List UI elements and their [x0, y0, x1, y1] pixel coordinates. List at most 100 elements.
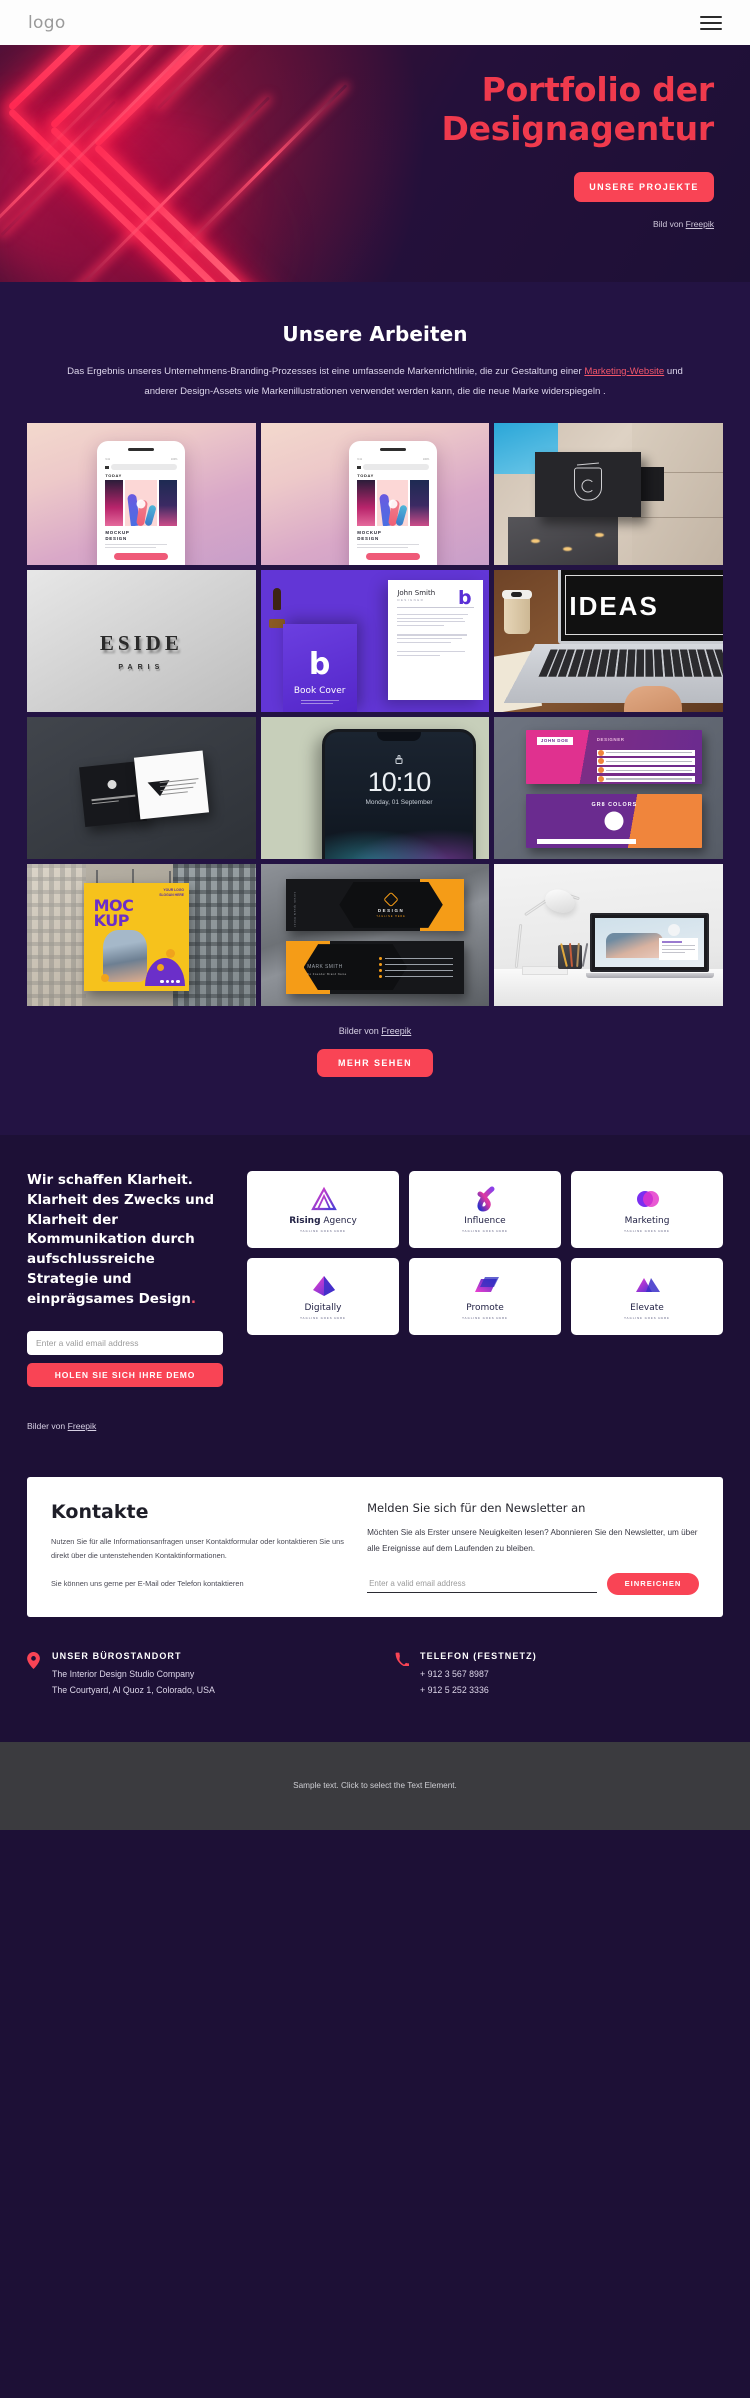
- gallery-tile-billboard[interactable]: YOUR LOGO SLOGAN HERE MOC KUP: [27, 864, 256, 1007]
- contact-section: Kontakte Nutzen Sie für alle Information…: [0, 1431, 750, 1617]
- logo-card-tagline: TAGLINE GOES HERE: [300, 1229, 346, 1234]
- card-side-text: Lorem Ipsum Dolor: [292, 892, 296, 928]
- lock-icon: [395, 755, 403, 765]
- logo-card-digitally[interactable]: Digitally TAGLINE GOES HERE: [247, 1258, 399, 1336]
- phone-block: TELEFON (FESTNETZ) + 912 3 567 8987 + 91…: [395, 1651, 723, 1698]
- book-cover-label: Book Cover: [293, 686, 346, 697]
- phone-icon: [395, 1651, 409, 1698]
- logo-card-elevate[interactable]: Elevate TAGLINE GOES HERE: [571, 1258, 723, 1336]
- demo-email-input[interactable]: [27, 1331, 223, 1356]
- lockscreen-date: Monday, 01 September: [365, 799, 433, 807]
- site-logo[interactable]: logo: [28, 13, 66, 33]
- contact-paragraph-1: Nutzen Sie für alle Informationsanfragen…: [51, 1537, 344, 1560]
- gallery-tile-phone-mockup-1[interactable]: 9:41 100% TODAY MOCKUP DESIGN: [27, 423, 256, 566]
- footer-contact-info: UNSER BÜROSTANDORT The Interior Design S…: [0, 1616, 750, 1742]
- card-person-role: Co Founder Brand Name: [307, 972, 347, 976]
- works-title: Unsere Arbeiten: [282, 322, 468, 346]
- logo-cards-grid: Rising Agency TAGLINE GOES HERE Influenc…: [247, 1171, 723, 1336]
- hero-section: Portfolio der Designagentur UNSERE PROJE…: [0, 45, 750, 282]
- gallery-tile-pink-business-cards[interactable]: JOHN DOE DESIGNER GR8 COLORS: [494, 717, 723, 860]
- newsletter-form: EINREICHEN: [367, 1572, 699, 1595]
- triangle-outline-mark-icon: [310, 1186, 337, 1211]
- logo-card-tagline: TAGLINE GOES HERE: [462, 1229, 508, 1234]
- gallery-tile-laptop-ideas[interactable]: IDEAS: [494, 570, 723, 713]
- logo-card-influence[interactable]: Influence TAGLINE GOES HERE: [409, 1171, 561, 1249]
- logo-card-name: Marketing: [624, 1216, 670, 1227]
- clarity-heading: Wir schaffen Klarheit. Klarheit des Zwec…: [27, 1172, 214, 1307]
- ideas-screen-word: IDEAS: [569, 591, 659, 622]
- logo-card-name: Rising Agency: [289, 1216, 357, 1227]
- get-demo-button[interactable]: HOLEN SIE SICH IHRE DEMO: [27, 1363, 223, 1388]
- logo-card-name: Elevate: [630, 1303, 664, 1314]
- portfolio-gallery: 9:41 100% TODAY MOCKUP DESIGN 9:41 100% …: [0, 401, 750, 1007]
- newsletter-email-input[interactable]: [367, 1574, 597, 1593]
- logo-card-tagline: TAGLINE GOES HERE: [300, 1316, 346, 1321]
- lockscreen-time: 10:10: [367, 767, 432, 798]
- marketing-website-link[interactable]: Marketing-Website: [584, 366, 664, 377]
- works-description: Das Ergebnis unseres Unternehmens-Brandi…: [67, 366, 683, 397]
- logo-card-rising-agency[interactable]: Rising Agency TAGLINE GOES HERE: [247, 1171, 399, 1249]
- hero-title: Portfolio der Designagentur: [441, 70, 715, 148]
- gallery-tile-purple-branding[interactable]: John Smith DESIGNER b Book Cover: [260, 570, 490, 713]
- gallery-tile-eside-paris[interactable]: ESIDE PARIS: [27, 570, 256, 713]
- eside-wordmark: ESIDE: [99, 631, 183, 656]
- double-chevron-mark-icon: [635, 1273, 660, 1298]
- billboard-word: MOC KUP: [93, 895, 134, 931]
- hero-title-line-1: Portfolio der: [481, 70, 715, 109]
- newsletter-submit-button[interactable]: EINREICHEN: [607, 1572, 699, 1595]
- office-title: UNSER BÜROSTANDORT: [52, 1650, 182, 1661]
- hero-credit-link[interactable]: Freepik: [686, 219, 714, 229]
- clarity-credit-link[interactable]: Freepik: [68, 1421, 97, 1431]
- newsletter-description: Möchten Sie als Erster unsere Neuigkeite…: [367, 1528, 698, 1553]
- newsletter-title: Melden Sie sich für den Newsletter an: [367, 1501, 586, 1516]
- desk-lamp-icon: [541, 885, 578, 916]
- gallery-tile-desk-workspace[interactable]: [494, 864, 723, 1007]
- overlapping-circles-mark-icon: [635, 1186, 660, 1211]
- gallery-tile-orange-business-cards[interactable]: Lorem Ipsum Dolor DESIGN TAGLINE HERE MA…: [260, 864, 490, 1007]
- gallery-tile-phone-mockup-2[interactable]: 9:41 100% TODAY MOCKUP DESIGN: [260, 423, 490, 566]
- card-person-name: MARK SMITH: [307, 964, 343, 971]
- logo-card-promote[interactable]: Promote TAGLINE GOES HERE: [409, 1258, 561, 1336]
- parallelogram-mark-icon: [473, 1273, 499, 1298]
- card-front-name: JOHN DOE: [536, 736, 573, 745]
- phone-line-1: + 912 3 567 8987: [420, 1668, 489, 1679]
- card-brand-tagline: TAGLINE HERE: [376, 915, 406, 919]
- hero-cta-button[interactable]: UNSERE PROJEKTE: [574, 172, 714, 203]
- card-back-title: GR8 COLORS: [591, 801, 638, 808]
- card-brand-name: DESIGN: [377, 907, 405, 913]
- eside-subtitle: PARIS: [118, 664, 165, 672]
- portfolio-page: logo Portfolio der Designagentur UNSERE …: [0, 0, 750, 1830]
- contact-paragraph-2: Sie können uns gerne per E-Mail oder Tel…: [51, 1578, 244, 1588]
- hero-title-line-2: Designagentur: [441, 108, 714, 148]
- gallery-credit-link[interactable]: Freepik: [381, 1026, 411, 1036]
- brush-stroke-mark-icon: [473, 1186, 498, 1212]
- stationery-person-name: John Smith: [397, 589, 436, 598]
- footer-sample-text[interactable]: Sample text. Click to select the Text El…: [293, 1781, 457, 1790]
- book-logo-letter: b: [308, 647, 331, 683]
- gallery-tile-storefront-sign[interactable]: [494, 423, 723, 566]
- gallery-tile-dark-business-cards[interactable]: [27, 717, 256, 860]
- more-button[interactable]: MEHR SEHEN: [317, 1049, 433, 1078]
- phone-line-2: + 912 5 252 3336: [420, 1685, 489, 1696]
- logo-card-name: Digitally: [304, 1303, 342, 1314]
- brand-letter-b: [456, 590, 473, 607]
- gallery-tile-phone-lockscreen[interactable]: 10:10 Monday, 01 September: [260, 717, 490, 860]
- clarity-credit: Bilder von Freepik: [27, 1421, 97, 1432]
- office-line-1: The Interior Design Studio Company: [52, 1668, 195, 1679]
- mockup-today-label: TODAY: [105, 473, 122, 479]
- card-front-role: DESIGNER: [596, 737, 625, 743]
- logo-card-name: Influence: [464, 1216, 506, 1227]
- logo-card-name: Promote: [466, 1303, 504, 1314]
- mockup-caption: MOCKUP DESIGN: [105, 530, 130, 542]
- logo-card-marketing[interactable]: Marketing TAGLINE GOES HERE: [571, 1171, 723, 1249]
- phone-title: TELEFON (FESTNETZ): [420, 1650, 537, 1661]
- demo-form: HOLEN SIE SICH IHRE DEMO: [27, 1331, 223, 1388]
- gallery-credit: Bilder von Freepik: [338, 1026, 412, 1037]
- arrow-up-mark-icon: [311, 1273, 336, 1298]
- office-line-2: The Courtyard, Al Quoz 1, Colorado, USA: [52, 1685, 215, 1696]
- hamburger-menu-icon[interactable]: [700, 15, 722, 30]
- billboard-logo-text: YOUR LOGO SLOGAN HERE: [159, 888, 185, 898]
- logo-card-tagline: TAGLINE GOES HERE: [624, 1229, 670, 1234]
- stationery-person-role: DESIGNER: [397, 598, 425, 603]
- logo-card-tagline: TAGLINE GOES HERE: [624, 1316, 670, 1321]
